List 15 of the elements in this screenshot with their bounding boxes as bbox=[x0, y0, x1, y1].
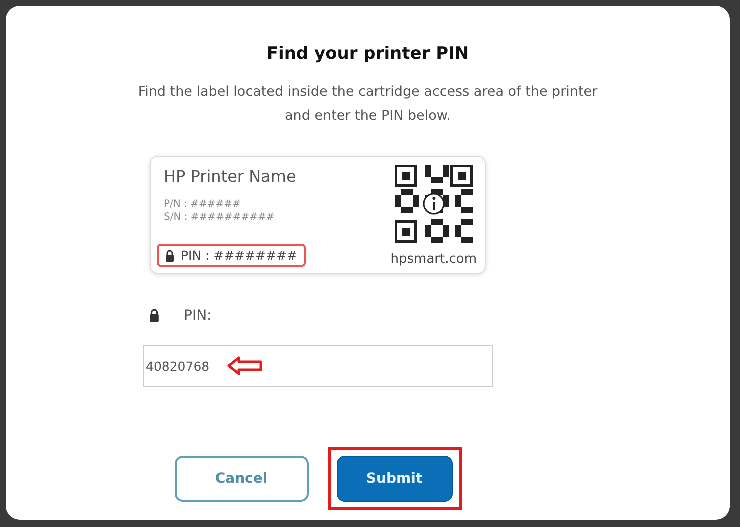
printer-name: HP Printer Name bbox=[164, 167, 298, 186]
submit-button[interactable]: Submit bbox=[336, 456, 452, 502]
dialog-title: Find your printer PIN bbox=[266, 44, 470, 64]
lock-icon bbox=[149, 309, 160, 323]
cancel-button[interactable]: Cancel bbox=[174, 456, 308, 502]
arrow-annotation bbox=[227, 356, 263, 376]
label-line: S/N : ########## bbox=[164, 211, 276, 224]
pin-input[interactable]: 40820768 bbox=[143, 345, 493, 387]
qr-code-icon bbox=[394, 165, 473, 243]
label-line: P/N : ###### bbox=[164, 198, 242, 211]
website-text: hpsmart.com bbox=[390, 252, 477, 267]
field-label: PIN: bbox=[184, 308, 212, 324]
pin-text: PIN : ######## bbox=[181, 248, 298, 263]
dialog-description: Find the label located inside the cartridge access area of the printer and enter the PIN below. bbox=[138, 83, 598, 126]
lock-icon bbox=[165, 250, 175, 262]
